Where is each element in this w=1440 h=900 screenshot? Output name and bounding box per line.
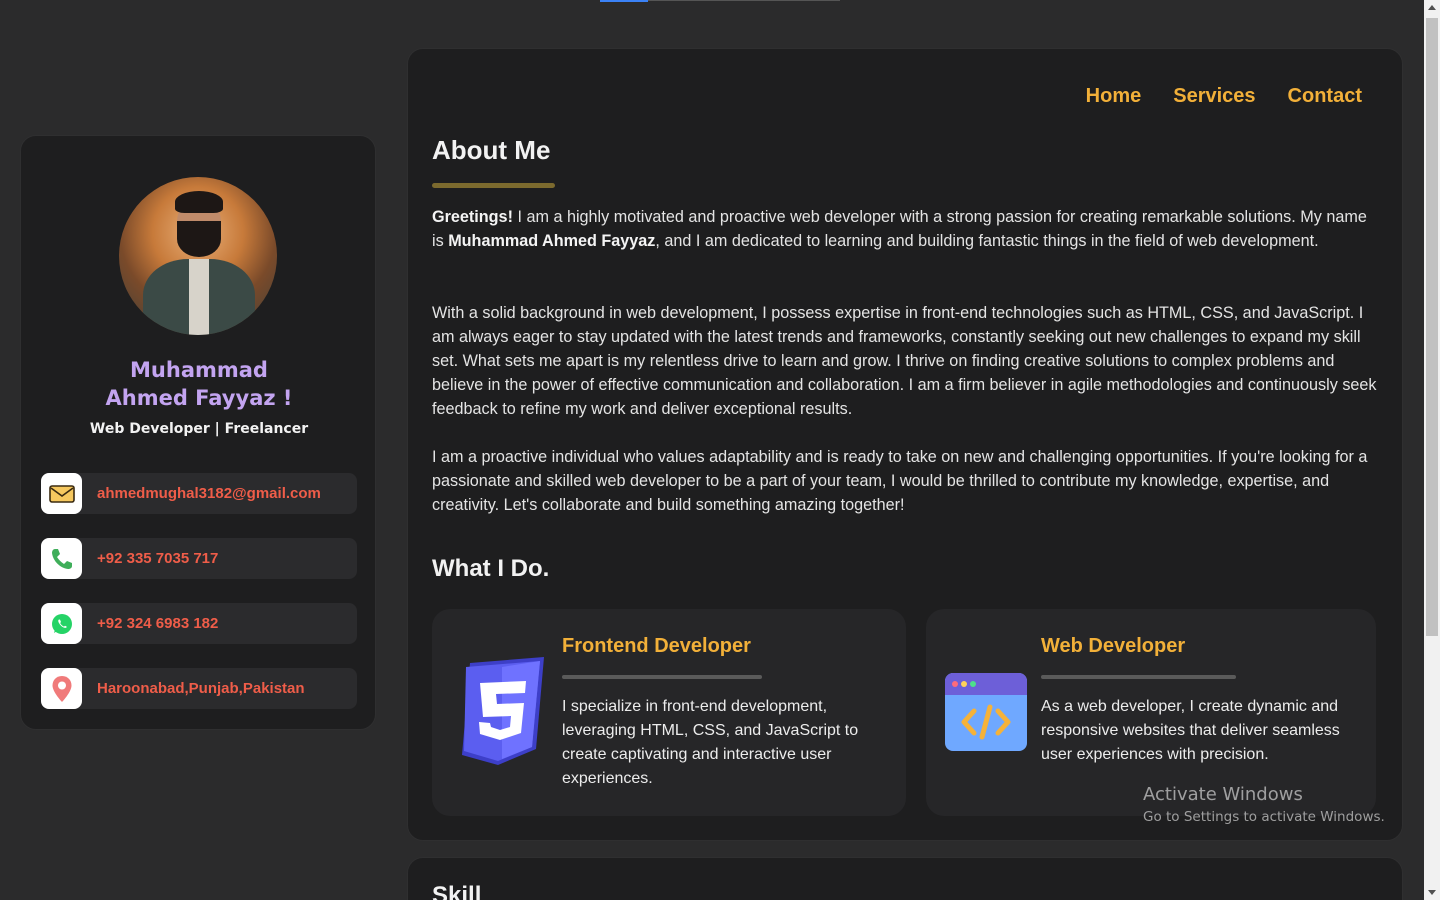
about-p1-text-b: , and I am dedicated to learning and bui… <box>655 232 1319 250</box>
about-paragraph-2: With a solid background in web developme… <box>432 304 1377 418</box>
about-paragraph-1: Greetings! I am a highly motivated and p… <box>432 205 1378 253</box>
service-card-frontend: Frontend Developer I specialize in front… <box>432 609 906 816</box>
location-icon <box>41 668 82 709</box>
contact-email-text[interactable]: ahmedmughal3182@gmail.com <box>97 473 321 514</box>
avatar-beard <box>177 221 221 257</box>
profile-sidebar: Muhammad Ahmed Fayyaz ! Web Developer | … <box>20 135 376 730</box>
about-paragraph-3: I am a proactive individual who values a… <box>432 448 1368 514</box>
mail-icon <box>41 473 82 514</box>
skill-section: Skill <box>407 857 1403 900</box>
service-web-desc: As a web developer, I create dynamic and… <box>1041 698 1340 763</box>
profile-name-line1: Muhammad <box>130 358 268 382</box>
what-i-do-title: What I Do. <box>432 555 550 582</box>
avatar <box>119 177 277 335</box>
profile-role: Web Developer | Freelancer <box>89 421 309 437</box>
windows-activation-watermark: Activate Windows Go to Settings to activ… <box>1143 784 1385 825</box>
service-frontend-underline <box>562 675 762 679</box>
profile-name: Muhammad Ahmed Fayyaz ! <box>21 356 377 412</box>
scroll-down-arrow-icon[interactable] <box>1428 890 1436 895</box>
about-greeting: Greetings! <box>432 208 513 226</box>
about-title-underline <box>432 183 555 188</box>
service-web-title: Web Developer <box>1041 635 1186 657</box>
css3-icon <box>456 657 548 771</box>
nav-home[interactable]: Home <box>1086 85 1142 108</box>
contact-phone-text[interactable]: +92 335 7035 717 <box>97 538 218 579</box>
nav-services[interactable]: Services <box>1173 85 1255 108</box>
avatar-hair <box>175 191 223 213</box>
code-window-icon <box>944 671 1028 757</box>
scroll-up-arrow-icon[interactable] <box>1428 5 1436 10</box>
nav-contact[interactable]: Contact <box>1288 85 1362 108</box>
whatsapp-icon <box>41 603 82 644</box>
vertical-scrollbar[interactable] <box>1424 0 1440 900</box>
top-tab-indicator <box>600 0 840 2</box>
scrollbar-thumb[interactable] <box>1426 18 1438 636</box>
profile-name-line2: Ahmed Fayyaz ! <box>105 386 293 410</box>
avatar-shirt <box>189 259 209 335</box>
watermark-line1: Activate Windows <box>1143 784 1303 805</box>
phone-icon <box>41 538 82 579</box>
contact-location[interactable]: Haroonabad,Punjab,Pakistan <box>41 668 357 709</box>
service-frontend-title: Frontend Developer <box>562 635 751 657</box>
about-title: About Me <box>432 135 551 165</box>
contact-whatsapp[interactable]: +92 324 6983 182 <box>41 603 357 644</box>
top-nav: Home Services Contact <box>1086 85 1362 108</box>
contact-email[interactable]: ahmedmughal3182@gmail.com <box>41 473 357 514</box>
contact-location-text[interactable]: Haroonabad,Punjab,Pakistan <box>97 668 305 709</box>
service-frontend-desc: I specialize in front-end development, l… <box>562 698 859 787</box>
skill-title: Skill <box>432 882 482 900</box>
about-author-name: Muhammad Ahmed Fayyaz <box>448 232 656 250</box>
contact-phone[interactable]: +92 335 7035 717 <box>41 538 357 579</box>
top-tab-indicator-active <box>600 0 648 2</box>
service-web-underline <box>1041 675 1236 679</box>
main-content: Home Services Contact About Me Greetings… <box>407 48 1403 841</box>
watermark-line2: Go to Settings to activate Windows. <box>1143 809 1385 825</box>
contact-whatsapp-text[interactable]: +92 324 6983 182 <box>97 603 218 644</box>
